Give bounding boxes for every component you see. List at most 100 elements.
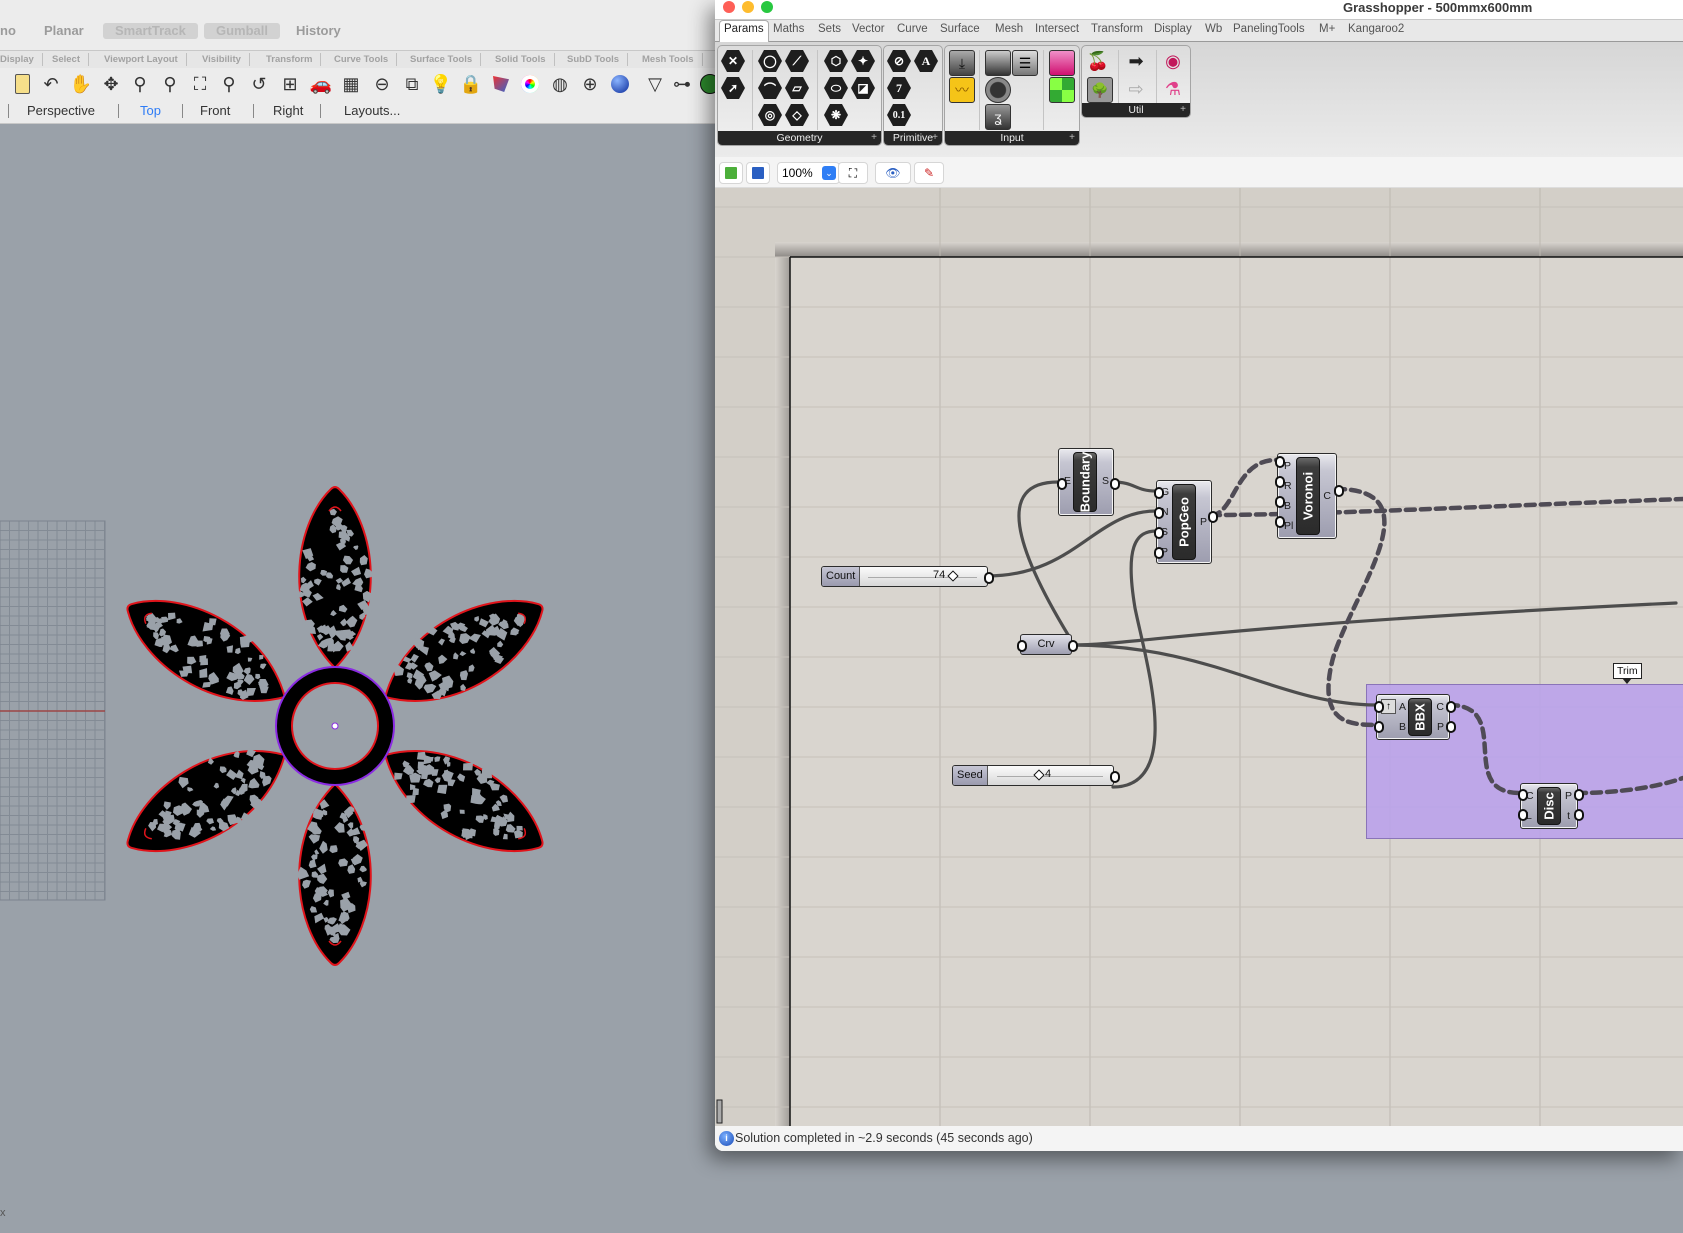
- grasshopper-canvas[interactable]: Trim E Boundary S G N S P PopGeo P P R B…: [715, 188, 1683, 1126]
- info-icon[interactable]: i: [719, 1131, 734, 1146]
- flask-icon[interactable]: ⚗: [1161, 77, 1185, 101]
- smarttrack-toggle[interactable]: SmartTrack: [103, 23, 198, 39]
- port-grip[interactable]: [1275, 516, 1285, 528]
- number-param-icon[interactable]: 0.1: [887, 104, 911, 126]
- osnap-toggle-ortho[interactable]: no: [0, 23, 20, 39]
- output-port-c[interactable]: C: [1436, 701, 1444, 713]
- slider-seed[interactable]: Seed 4: [952, 765, 1114, 786]
- panel-footer[interactable]: Input +: [945, 131, 1079, 145]
- component-bbx[interactable]: ↑ A B BBX C P: [1376, 694, 1450, 740]
- history-toggle[interactable]: History: [292, 23, 345, 39]
- undo-icon[interactable]: ↶: [39, 72, 63, 96]
- input-port-pl[interactable]: Pl: [1284, 520, 1293, 532]
- output-port-s[interactable]: S: [1102, 475, 1109, 487]
- disc-icon[interactable]: ◉: [1161, 49, 1185, 73]
- zoom-window-button[interactable]: [761, 1, 773, 13]
- scroll-grip[interactable]: [716, 1099, 723, 1124]
- sphere-wire-icon[interactable]: ◍: [548, 72, 572, 96]
- port-grip[interactable]: [1057, 478, 1067, 490]
- port-grip[interactable]: [1017, 640, 1027, 652]
- plane-param-icon[interactable]: ◇: [785, 104, 809, 126]
- port-grip[interactable]: [984, 572, 994, 584]
- tab-surface[interactable]: Surface: [940, 23, 980, 35]
- zoom-icon[interactable]: ⚲: [128, 72, 152, 96]
- tree-layout-icon[interactable]: ⊶: [670, 72, 694, 96]
- expand-icon[interactable]: +: [932, 131, 938, 145]
- tab-curve[interactable]: Curve: [897, 23, 928, 35]
- blue-sphere-icon[interactable]: [608, 72, 632, 96]
- port-grip[interactable]: [1518, 809, 1528, 821]
- input-port-a[interactable]: A: [1399, 701, 1406, 713]
- top-viewport[interactable]: x: [0, 124, 715, 1228]
- value-list-icon[interactable]: ☰: [1012, 50, 1038, 76]
- expand-icon[interactable]: +: [1180, 103, 1186, 117]
- zoom-extents-icon[interactable]: ⛶: [188, 72, 212, 96]
- input-port-b[interactable]: B: [1399, 721, 1406, 733]
- surface-param-icon[interactable]: ⬭: [824, 77, 848, 99]
- light-bulb-icon[interactable]: 💡: [429, 72, 453, 96]
- tree-icon[interactable]: 🌳: [1087, 77, 1113, 103]
- rotate-view-icon[interactable]: ✥: [99, 72, 123, 96]
- boolean-param-icon[interactable]: ⊘: [887, 50, 911, 72]
- output-port-p[interactable]: P: [1200, 516, 1207, 528]
- zoom-extents-icon[interactable]: ⛶: [838, 162, 868, 184]
- port-grip[interactable]: [1574, 809, 1584, 821]
- viewport-tab-top[interactable]: Top: [140, 103, 161, 118]
- tab-mesh-tools[interactable]: Mesh Tools: [634, 53, 703, 66]
- component-disc[interactable]: C L Disc P t: [1520, 783, 1578, 829]
- box-param-icon[interactable]: ⬡: [824, 50, 848, 72]
- port-grip[interactable]: [1446, 701, 1456, 713]
- arc-param-icon[interactable]: ⌒: [758, 77, 782, 99]
- snap-icon[interactable]: ⊖: [370, 72, 394, 96]
- viewport-tab-front[interactable]: Front: [200, 103, 230, 118]
- zoom-window-icon[interactable]: ⚲: [158, 72, 182, 96]
- sketch-pen-icon[interactable]: ✎: [914, 162, 944, 184]
- port-grip[interactable]: [1374, 701, 1384, 713]
- port-grip[interactable]: [1208, 511, 1218, 523]
- tab-viewport-layout[interactable]: Viewport Layout: [96, 53, 187, 66]
- tab-kangaroo2[interactable]: Kangaroo2: [1348, 23, 1404, 35]
- port-grip[interactable]: [1275, 456, 1285, 468]
- toggle-icon[interactable]: [985, 50, 1011, 76]
- integer-param-icon[interactable]: 7: [887, 77, 911, 99]
- line-param-icon[interactable]: ⟋: [785, 50, 809, 72]
- panel-footer[interactable]: Util +: [1082, 103, 1190, 117]
- port-grip[interactable]: [1154, 507, 1164, 519]
- tab-maths[interactable]: Maths: [773, 23, 804, 35]
- twisted-box-param-icon[interactable]: ◪: [851, 77, 875, 99]
- gumball-toggle[interactable]: Gumball: [204, 23, 281, 39]
- layer-icon[interactable]: [489, 72, 513, 96]
- panel-footer[interactable]: Geometry +: [718, 131, 881, 145]
- vector-param-icon[interactable]: ➚: [721, 77, 745, 99]
- clipboard-icon[interactable]: [10, 72, 34, 96]
- group-label-trim[interactable]: Trim: [1613, 663, 1642, 684]
- output-port-t[interactable]: t: [1567, 810, 1570, 822]
- tab-wb[interactable]: Wb: [1205, 23, 1222, 35]
- param-crv[interactable]: Crv: [1020, 634, 1072, 655]
- port-grip[interactable]: [1446, 721, 1456, 733]
- four-viewports-icon[interactable]: ⊞: [278, 72, 302, 96]
- color-wheel-icon[interactable]: [518, 72, 542, 96]
- car-icon[interactable]: 🚗: [309, 72, 333, 96]
- tab-display[interactable]: Display: [0, 53, 43, 66]
- port-grip[interactable]: [1154, 487, 1164, 499]
- port-grip[interactable]: [1518, 789, 1528, 801]
- minimize-button[interactable]: [742, 1, 754, 13]
- input-port-p[interactable]: P: [1284, 460, 1291, 472]
- tab-curve-tools[interactable]: Curve Tools: [326, 53, 398, 66]
- output-port-c[interactable]: C: [1323, 490, 1331, 502]
- close-button[interactable]: [723, 1, 735, 13]
- port-grip[interactable]: [1374, 721, 1384, 733]
- relay-outline-icon[interactable]: ⇨: [1124, 77, 1148, 101]
- port-grip[interactable]: [1275, 496, 1285, 508]
- tab-solid-tools[interactable]: Solid Tools: [487, 53, 555, 66]
- lock-icon[interactable]: 🔒: [459, 72, 483, 96]
- tab-display[interactable]: Display: [1154, 23, 1192, 35]
- relay-icon[interactable]: ➡: [1124, 49, 1148, 73]
- graph-mapper-icon[interactable]: 〰: [949, 77, 975, 103]
- slider-track[interactable]: [868, 573, 977, 578]
- colour-swatch-icon[interactable]: [1049, 77, 1075, 103]
- tab-transform[interactable]: Transform: [1091, 23, 1143, 35]
- text-param-icon[interactable]: A: [914, 50, 938, 72]
- zoom-selected-icon[interactable]: ⚲: [217, 72, 241, 96]
